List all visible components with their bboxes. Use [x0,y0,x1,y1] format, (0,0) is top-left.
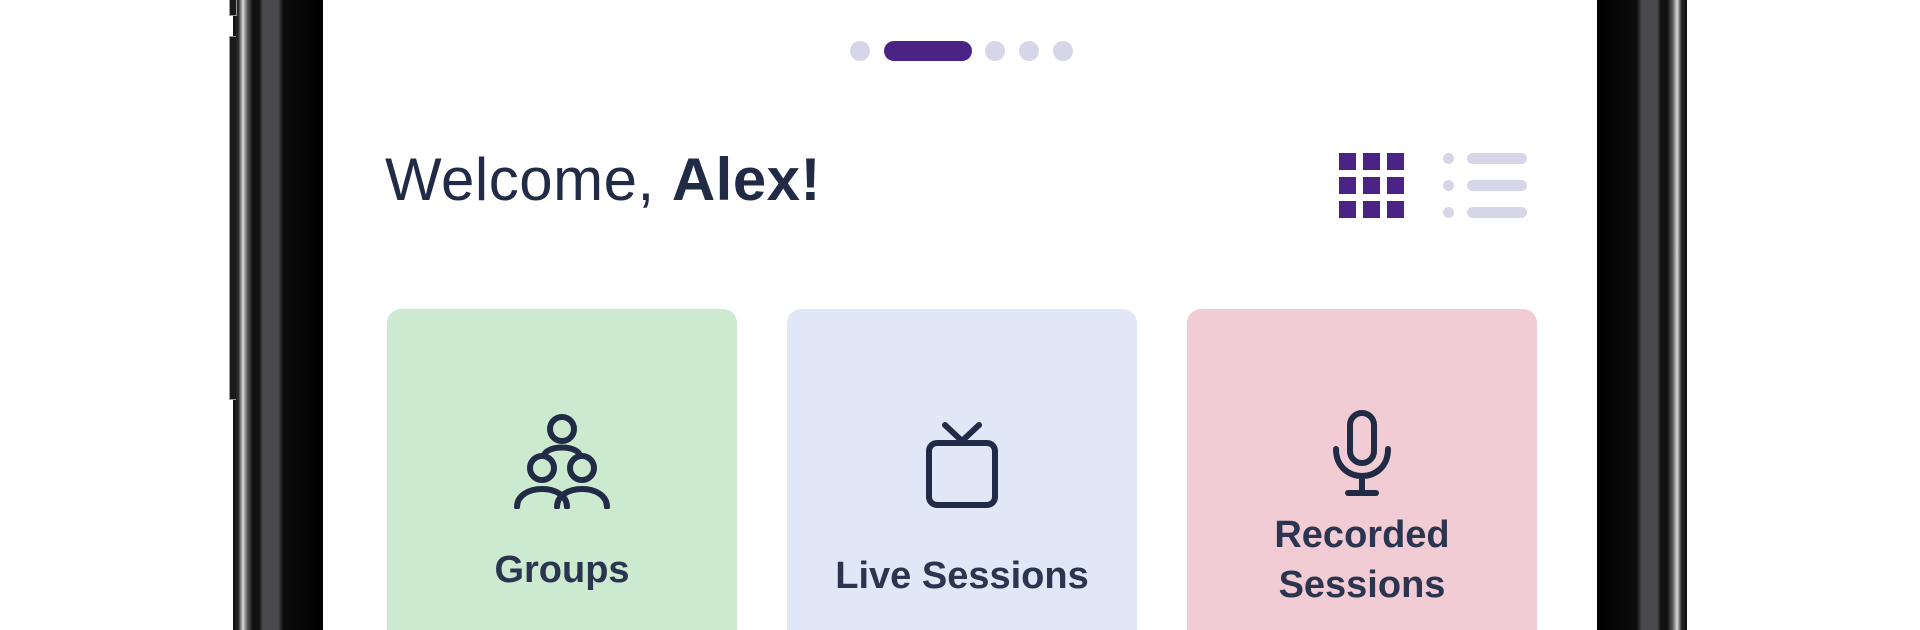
list-bullet [1443,153,1454,164]
grid-cell [1339,201,1356,218]
list-bullet [1443,180,1454,191]
page-dot[interactable] [850,41,870,61]
phone-side-button [229,0,237,16]
groups-icon [387,413,737,509]
phone-side-rail [229,36,236,400]
grid-cell [1363,177,1380,194]
recorded-sessions-card[interactable]: Recorded Sessions [1187,309,1537,630]
page-dot[interactable] [1053,41,1073,61]
phone-screen: Welcome, Alex! Groups Live Sessions Reco… [323,0,1597,630]
list-line [1467,207,1527,218]
page-dot[interactable] [985,41,1005,61]
recorded-sessions-label: Recorded Sessions [1187,510,1537,610]
user-name: Alex! [671,146,822,213]
list-bullet [1443,207,1454,218]
grid-cell [1363,201,1380,218]
page-indicator [323,41,1597,63]
grid-cell [1387,153,1404,170]
app-stage: Welcome, Alex! Groups Live Sessions Reco… [0,0,1920,630]
list-view-icon[interactable] [1443,153,1527,219]
phone-frame-right [1597,0,1687,630]
microphone-icon [1187,409,1537,497]
grid-cell [1387,177,1404,194]
phone-frame-left [233,0,323,630]
groups-card[interactable]: Groups [387,309,737,630]
grid-cell [1339,153,1356,170]
welcome-greeting: Welcome, [385,146,672,213]
recorded-label-line2: Sessions [1278,564,1446,606]
list-line [1467,180,1527,191]
list-line [1467,153,1527,164]
tv-icon [787,421,1137,509]
grid-cell [1387,201,1404,218]
page-dot[interactable] [1019,41,1039,61]
grid-cell [1363,153,1380,170]
groups-label: Groups [494,549,630,591]
recorded-label-line1: Recorded [1274,514,1450,556]
grid-cell [1339,177,1356,194]
live-sessions-card[interactable]: Live Sessions [787,309,1137,630]
welcome-heading: Welcome, Alex! [385,145,821,214]
live-sessions-label: Live Sessions [835,555,1089,597]
grid-view-icon[interactable] [1339,153,1405,219]
page-dot-active[interactable] [884,41,972,61]
